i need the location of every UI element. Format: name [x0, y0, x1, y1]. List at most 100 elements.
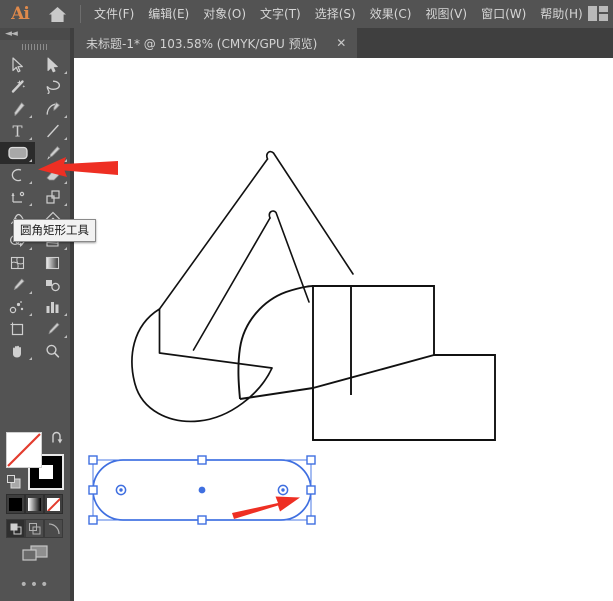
center-point [199, 487, 206, 494]
handle-top-left [89, 456, 97, 464]
gradient-mode-button[interactable] [25, 494, 44, 514]
tool-row [0, 98, 70, 120]
tools-panel-drag-grip[interactable] [0, 40, 70, 54]
handle-bottom-left [89, 516, 97, 524]
menu-object[interactable]: 对象(O) [196, 0, 253, 28]
draw-behind-button[interactable] [25, 519, 44, 538]
collapse-panel-icon[interactable]: ◄◄ [5, 29, 17, 39]
tool-flyout-indicator [64, 247, 67, 250]
excavator-stick [194, 211, 310, 350]
direct-selection-tool[interactable] [35, 54, 70, 76]
selected-rounded-rectangle[interactable] [89, 456, 315, 524]
illustrator-window: Ai 文件(F) 编辑(E) 对象(O) 文字(T) 选择(S) 效果(C) 视… [0, 0, 613, 601]
menu-select[interactable]: 选择(S) [308, 0, 363, 28]
tool-row [0, 164, 70, 186]
document-canvas[interactable] [74, 58, 613, 601]
tool-flyout-indicator [29, 357, 32, 360]
handle-top-center [198, 456, 206, 464]
menu-help[interactable]: 帮助(H) [533, 0, 589, 28]
edit-toolbar-button[interactable]: ••• [0, 576, 70, 594]
rounded-rectangle-tool[interactable] [0, 142, 35, 164]
tool-flyout-indicator [29, 159, 32, 162]
tool-flyout-indicator [64, 159, 67, 162]
tool-row: T [0, 120, 70, 142]
tool-flyout-indicator [64, 181, 67, 184]
excavator-line-drawing [74, 58, 613, 601]
eyedropper-tool[interactable] [0, 274, 35, 296]
pen-tool[interactable] [0, 98, 35, 120]
svg-text:T: T [12, 123, 22, 139]
swap-fill-stroke-icon[interactable] [50, 430, 64, 444]
tool-flyout-indicator [29, 137, 32, 140]
change-screen-mode-button[interactable] [0, 541, 70, 567]
draw-mode-buttons [6, 519, 64, 538]
tool-flyout-indicator [64, 115, 67, 118]
magic-wand-tool[interactable] [0, 76, 35, 98]
tool-flyout-indicator [29, 181, 32, 184]
column-graph-tool[interactable] [35, 296, 70, 318]
handle-top-right [307, 456, 315, 464]
document-tab[interactable]: 未标题-1* @ 103.58% (CMYK/GPU 预览) ✕ [74, 28, 357, 58]
tool-flyout-indicator [29, 313, 32, 316]
slice-tool[interactable] [35, 318, 70, 340]
mesh-tool[interactable] [0, 252, 35, 274]
tools-panel-header[interactable]: ◄◄ [0, 28, 70, 40]
tool-row [0, 54, 70, 76]
color-mode-button[interactable] [6, 494, 25, 514]
handle-bottom-right [307, 516, 315, 524]
menu-file[interactable]: 文件(F) [87, 0, 141, 28]
tool-row [0, 318, 70, 340]
tool-tooltip: 圆角矩形工具 [13, 219, 96, 242]
tool-flyout-indicator [64, 203, 67, 206]
tool-row [0, 186, 70, 208]
tool-row [0, 340, 70, 362]
menu-items: 文件(F) 编辑(E) 对象(O) 文字(T) 选择(S) 效果(C) 视图(V… [87, 0, 590, 28]
tool-flyout-indicator [29, 247, 32, 250]
draw-normal-button[interactable] [6, 519, 25, 538]
fill-swatch[interactable] [6, 432, 42, 468]
tool-list: T [0, 54, 70, 362]
excavator-bucket [132, 309, 272, 421]
handle-middle-right [307, 486, 315, 494]
blend-tool[interactable] [35, 274, 70, 296]
menu-effect[interactable]: 效果(C) [363, 0, 419, 28]
tool-flyout-indicator [64, 313, 67, 316]
menu-edit[interactable]: 编辑(E) [141, 0, 196, 28]
handle-middle-left [89, 486, 97, 494]
app-logo: Ai [0, 0, 40, 28]
menu-bar: Ai 文件(F) 编辑(E) 对象(O) 文字(T) 选择(S) 效果(C) 视… [0, 0, 613, 28]
menu-type[interactable]: 文字(T) [253, 0, 308, 28]
lasso-tool[interactable] [35, 76, 70, 98]
gradient-tool[interactable] [35, 252, 70, 274]
selection-tool[interactable] [0, 54, 35, 76]
shaper-tool[interactable] [0, 164, 35, 186]
scale-tool[interactable] [35, 186, 70, 208]
hand-tool[interactable] [0, 340, 35, 362]
menu-view[interactable]: 视图(V) [418, 0, 474, 28]
tools-panel: ◄◄ [0, 28, 74, 601]
curvature-tool[interactable] [35, 98, 70, 120]
tool-flyout-indicator [64, 71, 67, 74]
line-segment-tool[interactable] [35, 120, 70, 142]
eraser-tool[interactable] [35, 164, 70, 186]
artboard-tool[interactable] [0, 318, 35, 340]
none-mode-button[interactable] [44, 494, 63, 514]
symbol-sprayer-tool[interactable] [0, 296, 35, 318]
close-icon[interactable]: ✕ [331, 36, 351, 50]
type-tool[interactable]: T [0, 120, 35, 142]
draw-inside-button[interactable] [44, 519, 63, 538]
tool-row [0, 296, 70, 318]
none-indicator-icon [6, 432, 42, 468]
home-icon[interactable] [40, 0, 74, 28]
default-fill-stroke-icon[interactable] [7, 474, 21, 488]
menu-window[interactable]: 窗口(W) [474, 0, 533, 28]
rotate-tool[interactable] [0, 186, 35, 208]
tool-flyout-indicator [64, 137, 67, 140]
zoom-tool[interactable] [35, 340, 70, 362]
corner-radius-widget[interactable] [116, 485, 125, 494]
tool-flyout-indicator [29, 291, 32, 294]
tool-flyout-indicator [29, 115, 32, 118]
workspace-switcher-icon[interactable] [588, 6, 608, 21]
corner-radius-widget[interactable] [278, 485, 287, 494]
paintbrush-tool[interactable] [35, 142, 70, 164]
